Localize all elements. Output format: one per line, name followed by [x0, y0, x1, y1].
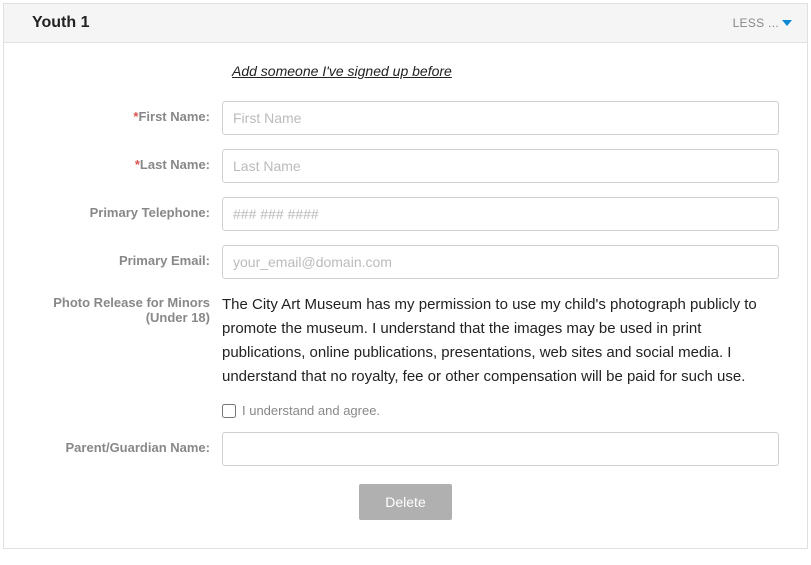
photo-release-text: The City Art Museum has my permission to…	[222, 293, 779, 389]
first-name-control	[222, 101, 779, 135]
delete-row: Delete	[32, 484, 779, 520]
phone-control	[222, 197, 779, 231]
last-name-row: *Last Name:	[32, 149, 779, 183]
photo-release-checkbox[interactable]	[222, 404, 236, 418]
email-label: Primary Email:	[32, 245, 222, 268]
phone-input[interactable]	[222, 197, 779, 231]
email-input[interactable]	[222, 245, 779, 279]
delete-button[interactable]: Delete	[359, 484, 451, 520]
last-name-label: *Last Name:	[32, 149, 222, 172]
photo-release-checkbox-row[interactable]: I understand and agree.	[222, 403, 779, 418]
add-someone-row: Add someone I've signed up before	[232, 63, 779, 81]
first-name-row: *First Name:	[32, 101, 779, 135]
photo-release-control: The City Art Museum has my permission to…	[222, 293, 779, 418]
guardian-row: Parent/Guardian Name:	[32, 432, 779, 466]
guardian-input[interactable]	[222, 432, 779, 466]
collapse-toggle-label: LESS ...	[733, 16, 779, 30]
add-someone-link[interactable]: Add someone I've signed up before	[232, 63, 452, 79]
photo-release-row: Photo Release for Minors (Under 18) The …	[32, 293, 779, 418]
panel-header: Youth 1 LESS ...	[4, 4, 807, 43]
last-name-input[interactable]	[222, 149, 779, 183]
phone-label: Primary Telephone:	[32, 197, 222, 220]
photo-release-checkbox-label: I understand and agree.	[242, 403, 380, 418]
panel-title: Youth 1	[32, 14, 89, 32]
first-name-input[interactable]	[222, 101, 779, 135]
collapse-toggle[interactable]: LESS ...	[733, 16, 792, 30]
last-name-label-text: Last Name:	[140, 157, 210, 172]
panel-body: Add someone I've signed up before *First…	[4, 43, 807, 548]
guardian-label: Parent/Guardian Name:	[32, 432, 222, 455]
email-row: Primary Email:	[32, 245, 779, 279]
phone-row: Primary Telephone:	[32, 197, 779, 231]
first-name-label: *First Name:	[32, 101, 222, 124]
chevron-down-icon	[782, 18, 792, 28]
last-name-control	[222, 149, 779, 183]
email-control	[222, 245, 779, 279]
youth-panel: Youth 1 LESS ... Add someone I've signed…	[3, 3, 808, 549]
photo-release-label: Photo Release for Minors (Under 18)	[32, 293, 222, 325]
guardian-control	[222, 432, 779, 466]
first-name-label-text: First Name:	[138, 109, 210, 124]
